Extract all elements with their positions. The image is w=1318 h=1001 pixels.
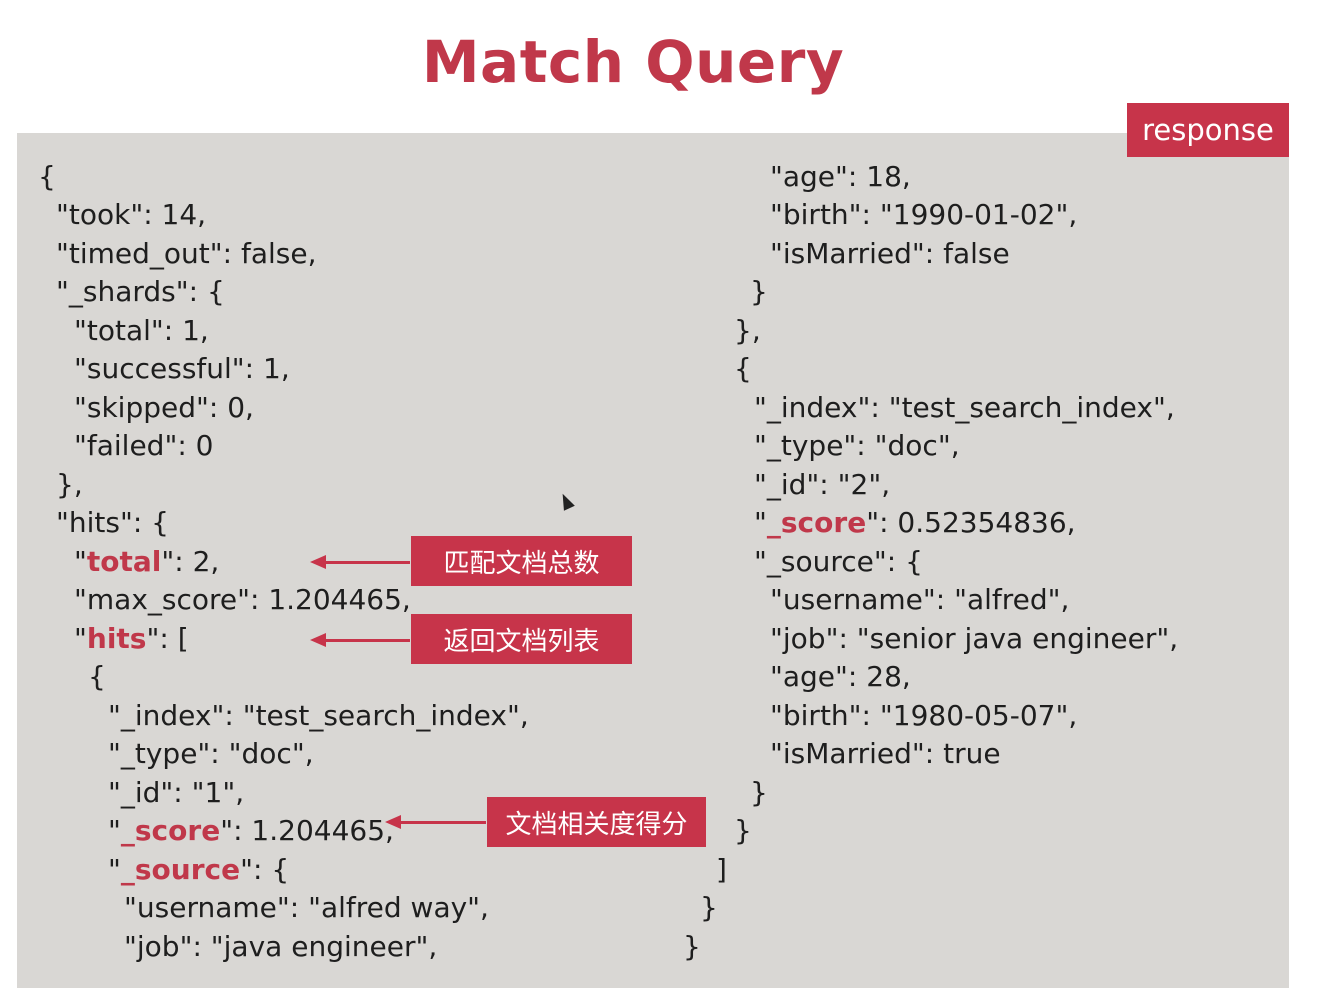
quote: ": [74, 545, 87, 578]
code-line: "isMarried": false: [770, 237, 1010, 270]
code-line: }: [750, 275, 768, 308]
code-line-source: "_source": {: [108, 853, 289, 887]
code-line: "birth": "1990-01-02",: [770, 198, 1078, 231]
code-line-score-2: "_score": 0.52354836,: [754, 506, 1076, 540]
code-line: "hits": {: [56, 506, 169, 539]
code-line: {: [38, 160, 56, 193]
highlight-source: _source: [120, 853, 241, 886]
code-line: }: [700, 891, 718, 924]
highlight-score: _score: [766, 506, 867, 539]
quote: ": [754, 506, 767, 539]
callout-score: 文档相关度得分: [487, 797, 706, 847]
value: ": [: [146, 622, 189, 655]
code-line-score: "_score": 1.204465,: [108, 814, 394, 848]
code-line: },: [734, 314, 761, 347]
code-line-hits: "hits": [: [74, 622, 189, 656]
code-line: {: [88, 660, 106, 693]
callout-total: 匹配文档总数: [411, 536, 632, 586]
code-line: "total": 1,: [74, 314, 209, 347]
code-line: "_id": "1",: [108, 776, 245, 809]
code-line: "_source": {: [754, 545, 923, 578]
arrow-left-icon: [310, 555, 410, 569]
code-line: "age": 28,: [770, 660, 911, 693]
arrow-left-icon: [310, 633, 410, 647]
code-line: ]: [716, 853, 727, 886]
code-line: "timed_out": false,: [56, 237, 317, 270]
quote: ": [74, 622, 87, 655]
code-line: "_index": "test_search_index",: [108, 699, 529, 732]
code-line: "job": "senior java engineer",: [770, 622, 1179, 655]
code-line: }: [734, 814, 752, 847]
code-line: "_shards": {: [56, 275, 225, 308]
code-line: "_type": "doc",: [754, 429, 960, 462]
code-line-total: "total": 2,: [74, 545, 219, 579]
code-line: "_type": "doc",: [108, 737, 314, 770]
slide-title: Match Query: [421, 28, 845, 96]
highlight-score: _score: [120, 814, 221, 847]
code-line: }: [683, 930, 701, 963]
code-line: "_id": "2",: [754, 468, 891, 501]
code-line: "isMarried": true: [770, 737, 1001, 770]
code-line: "age": 18,: [770, 160, 911, 193]
arrow-left-icon: [385, 815, 486, 829]
code-line: {: [734, 352, 752, 385]
callout-hits: 返回文档列表: [411, 614, 632, 664]
value: ": 2,: [161, 545, 220, 578]
quote: ": [108, 814, 121, 847]
code-line: }: [750, 776, 768, 809]
code-line: "max_score": 1.204465,: [74, 583, 411, 616]
value: ": 1.204465,: [220, 814, 394, 847]
quote: ": [108, 853, 121, 886]
value: ": {: [240, 853, 290, 886]
code-line: "_index": "test_search_index",: [754, 391, 1175, 424]
response-tag: response: [1127, 103, 1289, 157]
highlight-total: total: [86, 545, 162, 578]
code-line: "birth": "1980-05-07",: [770, 699, 1078, 732]
code-line: "username": "alfred way",: [124, 891, 489, 924]
highlight-hits: hits: [86, 622, 147, 655]
code-line: "took": 14,: [56, 198, 207, 231]
code-line: "successful": 1,: [74, 352, 290, 385]
code-line: "failed": 0: [74, 429, 214, 462]
code-line: "job": "java engineer",: [124, 930, 438, 963]
code-line: "skipped": 0,: [74, 391, 254, 424]
value: ": 0.52354836,: [866, 506, 1076, 539]
code-line: },: [56, 468, 83, 501]
code-line: "username": "alfred",: [770, 583, 1070, 616]
